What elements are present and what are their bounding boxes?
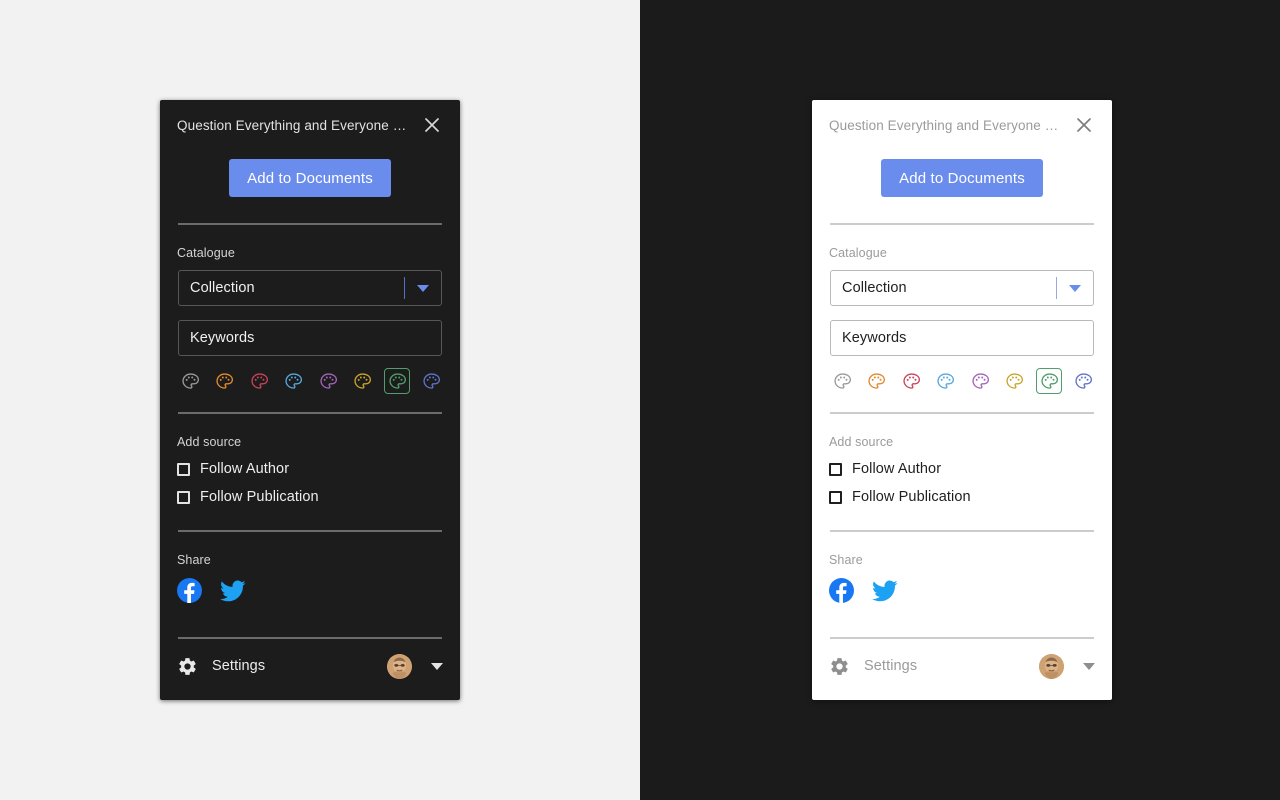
divider — [830, 530, 1094, 532]
extension-popup-panel-dark: Question Everything and Everyone | ... A… — [160, 100, 460, 700]
settings-label[interactable]: Settings — [212, 658, 265, 674]
checkbox-icon[interactable] — [177, 462, 190, 476]
checkbox-row[interactable]: Follow Publication — [177, 483, 443, 511]
settings-label[interactable]: Settings — [864, 658, 917, 674]
panel-footer: Settings — [829, 639, 1095, 693]
collection-select-value: Collection — [842, 280, 907, 296]
palette-swatch-green[interactable] — [384, 368, 411, 394]
palette-swatch-gold[interactable] — [1002, 368, 1028, 394]
palette-swatch-red[interactable] — [246, 368, 272, 394]
add-source-section-label: Add source — [177, 435, 242, 449]
chevron-down-icon[interactable] — [1069, 284, 1081, 292]
palette-swatch-row — [177, 368, 445, 394]
checkbox-row[interactable]: Follow Author — [177, 455, 443, 483]
avatar[interactable] — [387, 653, 412, 679]
keywords-input-value: Keywords — [842, 330, 907, 346]
palette-swatch-red[interactable] — [898, 368, 924, 394]
collection-select[interactable]: Collection — [830, 270, 1094, 306]
checkbox-label: Follow Publication — [200, 489, 319, 505]
checkbox-row[interactable]: Follow Publication — [829, 483, 1095, 511]
facebook-icon[interactable] — [829, 578, 854, 608]
close-icon[interactable] — [419, 112, 445, 138]
screen: Question Everything and Everyone | ... A… — [0, 0, 1280, 800]
avatar[interactable] — [1039, 653, 1064, 679]
panel-footer: Settings — [177, 639, 443, 693]
palette-swatch-orange[interactable] — [212, 368, 238, 394]
cta-row: Add to Documents — [829, 150, 1095, 206]
facebook-icon[interactable] — [177, 578, 202, 608]
palette-swatch-purple[interactable] — [315, 368, 341, 394]
chevron-down-icon[interactable] — [1083, 662, 1095, 670]
gear-icon[interactable] — [177, 656, 198, 677]
keywords-input[interactable]: Keywords — [178, 320, 442, 356]
palette-swatch-grey[interactable] — [829, 368, 855, 394]
catalogue-section-label: Catalogue — [829, 246, 887, 260]
palette-swatch-gold[interactable] — [350, 368, 376, 394]
panel-header: Question Everything and Everyone | ... — [829, 100, 1095, 150]
checkbox-icon[interactable] — [829, 462, 842, 476]
cta-row: Add to Documents — [177, 150, 443, 206]
twitter-icon[interactable] — [220, 578, 246, 609]
select-separator — [404, 277, 405, 299]
extension-popup-panel-light: Question Everything and Everyone | ... A… — [812, 100, 1112, 700]
palette-swatch-blue[interactable] — [281, 368, 307, 394]
checkbox-label: Follow Publication — [852, 489, 971, 505]
add-to-documents-button[interactable]: Add to Documents — [229, 159, 391, 197]
divider — [178, 223, 442, 225]
divider — [830, 412, 1094, 414]
share-section-label: Share — [829, 553, 863, 567]
palette-swatch-row — [829, 368, 1097, 394]
share-icon-row — [177, 575, 443, 611]
checkbox-label: Follow Author — [200, 461, 290, 477]
checkbox-icon[interactable] — [829, 490, 842, 504]
add-source-options: Follow Author Follow Publication — [177, 455, 443, 511]
checkbox-row[interactable]: Follow Author — [829, 455, 1095, 483]
checkbox-label: Follow Author — [852, 461, 942, 477]
chevron-down-icon[interactable] — [431, 662, 443, 670]
palette-swatch-grey[interactable] — [177, 368, 203, 394]
divider — [830, 223, 1094, 225]
divider — [178, 530, 442, 532]
twitter-icon[interactable] — [872, 578, 898, 609]
share-icon-row — [829, 575, 1095, 611]
gear-icon[interactable] — [829, 656, 850, 677]
palette-swatch-purple[interactable] — [967, 368, 993, 394]
checkbox-icon[interactable] — [177, 490, 190, 504]
keywords-input-value: Keywords — [190, 330, 255, 346]
keywords-input[interactable]: Keywords — [830, 320, 1094, 356]
palette-swatch-orange[interactable] — [864, 368, 890, 394]
palette-swatch-blue[interactable] — [933, 368, 959, 394]
palette-swatch-indigo[interactable] — [419, 368, 445, 394]
palette-swatch-green[interactable] — [1036, 368, 1063, 394]
catalogue-section-label: Catalogue — [177, 246, 235, 260]
palette-swatch-indigo[interactable] — [1071, 368, 1097, 394]
collection-select-value: Collection — [190, 280, 255, 296]
add-source-section-label: Add source — [829, 435, 894, 449]
divider — [178, 412, 442, 414]
panel-header: Question Everything and Everyone | ... — [177, 100, 443, 150]
collection-select[interactable]: Collection — [178, 270, 442, 306]
chevron-down-icon[interactable] — [417, 284, 429, 292]
page-title: Question Everything and Everyone | ... — [829, 117, 1059, 133]
add-source-options: Follow Author Follow Publication — [829, 455, 1095, 511]
add-to-documents-button[interactable]: Add to Documents — [881, 159, 1043, 197]
close-icon[interactable] — [1071, 112, 1097, 138]
share-section-label: Share — [177, 553, 211, 567]
page-title: Question Everything and Everyone | ... — [177, 117, 407, 133]
select-separator — [1056, 277, 1057, 299]
